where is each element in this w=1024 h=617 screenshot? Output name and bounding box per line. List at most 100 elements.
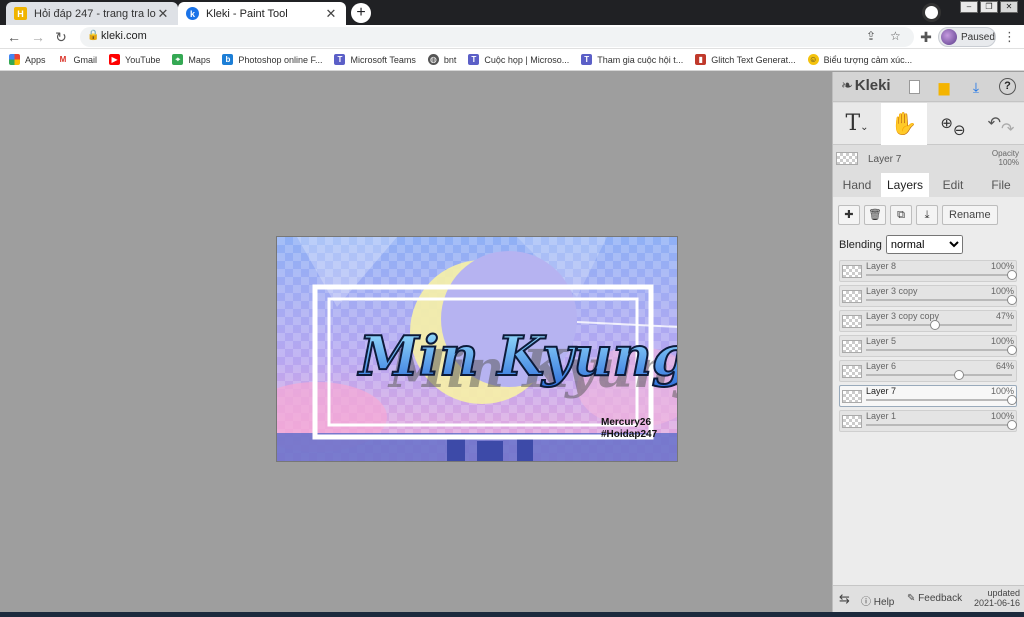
tab-title: Kleki - Paint Tool — [206, 7, 288, 20]
layer-opacity-slider[interactable] — [866, 424, 1012, 426]
rename-button[interactable]: Rename — [942, 205, 998, 225]
layer-row[interactable]: Layer 3 copy copy 47% — [839, 310, 1017, 332]
layer-opacity-knob[interactable] — [1007, 395, 1017, 405]
kleki-logo: ❧ Kleki — [841, 77, 891, 94]
layer-opacity-slider[interactable] — [866, 399, 1012, 401]
current-layer-name: Layer 7 — [868, 154, 902, 165]
undo-redo-icon[interactable]: ↶↷ — [979, 103, 1023, 145]
layer-opacity-slider[interactable] — [866, 299, 1012, 301]
bookmark-photoshop[interactable]: b Photoshop online F... — [222, 54, 322, 65]
url-text[interactable]: kleki.com — [101, 30, 147, 42]
layer-row[interactable]: Layer 6 64% — [839, 360, 1017, 382]
layer-name: Layer 3 copy copy — [866, 311, 940, 321]
layer-name: Layer 7 — [866, 386, 897, 396]
bookmark-bnt[interactable]: ◍ bnt — [427, 54, 456, 65]
photopea-icon: b — [222, 54, 234, 65]
tab-strip: H Hỏi đáp 247 - trang tra loi ✕ k Kleki … — [0, 0, 1024, 25]
tab-hoidap[interactable]: H Hỏi đáp 247 - trang tra loi ✕ — [6, 2, 178, 25]
restore-icon[interactable]: ❐ — [980, 1, 998, 13]
profile-status: Paused — [961, 31, 995, 43]
browser-menu-icon[interactable]: ⋮ — [1003, 29, 1016, 45]
tab-edit[interactable]: Edit — [929, 173, 977, 197]
os-taskbar — [0, 612, 1024, 617]
layer-thumbnail — [842, 315, 862, 328]
layer-opacity-knob[interactable] — [1007, 270, 1017, 280]
bookmark-join-meeting[interactable]: T Tham gia cuộc hội t... — [581, 54, 683, 65]
layer-name: Layer 5 — [866, 336, 897, 346]
globe-icon: ◍ — [427, 54, 439, 65]
bookmark-glitch-text[interactable]: ▮ Glitch Text Generat... — [695, 54, 796, 65]
new-tab-button[interactable]: + — [351, 3, 371, 23]
bookmark-teams-meeting[interactable]: T Cuộc họp | Microso... — [468, 54, 569, 65]
close-tab-icon[interactable]: ✕ — [156, 6, 170, 22]
layer-opacity-knob[interactable] — [929, 320, 940, 330]
bookmark-emoji[interactable]: ☺ Biểu tượng cảm xúc... — [807, 54, 912, 65]
duplicate-layer-icon[interactable]: ⧉ — [890, 205, 912, 225]
help-link[interactable]: ⓘ Help — [861, 593, 894, 608]
new-image-icon[interactable] — [905, 78, 923, 96]
bookmark-youtube[interactable]: ▶ YouTube — [109, 54, 160, 65]
artwork-image: Min Kyung Min Kyung Mercury26 #Hoidap247 — [277, 237, 678, 461]
tab-kleki[interactable]: k Kleki - Paint Tool ✕ — [178, 2, 346, 25]
tab-title: Hỏi đáp 247 - trang tra loi — [34, 7, 156, 20]
minimize-icon[interactable]: – — [960, 1, 978, 13]
layer-opacity-knob[interactable] — [954, 370, 965, 380]
tab-layers[interactable]: Layers — [881, 173, 929, 197]
artwork-title-text: Min Kyung — [357, 324, 678, 388]
current-layer-row: Layer 7 Opacity 100% — [833, 146, 1024, 172]
download-icon[interactable]: ⤓ — [967, 78, 985, 96]
reload-icon[interactable]: ↻ — [53, 29, 69, 45]
bookmark-gmail[interactable]: M Gmail — [57, 54, 97, 65]
media-control-icon[interactable] — [922, 3, 941, 22]
artwork-canvas[interactable]: Min Kyung Min Kyung Mercury26 #Hoidap247 — [276, 236, 678, 462]
credit-line-1: Mercury26 — [601, 417, 651, 428]
feedback-link[interactable]: ✎ Feedback — [907, 593, 962, 604]
profile-button[interactable]: Paused — [938, 27, 996, 47]
forward-icon[interactable]: → — [30, 29, 46, 45]
add-layer-icon[interactable]: ✚ — [838, 205, 860, 225]
tab-hand[interactable]: Hand — [833, 173, 881, 197]
layer-row[interactable]: Layer 3 copy 100% — [839, 285, 1017, 307]
text-tool-icon[interactable]: T⌄ — [839, 103, 875, 145]
layers-panel: ✚ 🗑 ⧉ ⤓ Rename Blending normal Layer 8 10… — [833, 197, 1024, 597]
layer-row[interactable]: Layer 7 100% — [839, 385, 1017, 407]
extensions-icon[interactable]: ✚ — [918, 29, 934, 45]
tab-file[interactable]: File — [977, 173, 1024, 197]
layer-thumbnail — [842, 265, 862, 278]
hand-tool-icon[interactable]: ✋ — [881, 103, 927, 145]
layer-row[interactable]: Layer 5 100% — [839, 335, 1017, 357]
merge-layer-icon[interactable]: ⤓ — [916, 205, 938, 225]
open-folder-icon[interactable]: ▆ — [935, 78, 953, 96]
canvas-workspace[interactable]: Min Kyung Min Kyung Mercury26 #Hoidap247 — [0, 72, 832, 612]
layer-row[interactable]: Layer 8 100% — [839, 260, 1017, 282]
close-window-icon[interactable]: ✕ — [1000, 1, 1018, 13]
hoidap-favicon-icon: H — [14, 7, 27, 20]
share-icon[interactable]: ⇪ — [866, 29, 876, 43]
blending-select[interactable]: normal — [885, 235, 963, 254]
back-icon[interactable]: ← — [6, 29, 22, 45]
teams-icon: T — [581, 54, 593, 65]
layer-row[interactable]: Layer 1 100% — [839, 410, 1017, 432]
layer-opacity-slider[interactable] — [866, 349, 1012, 351]
layer-opacity-knob[interactable] — [1007, 295, 1017, 305]
help-icon[interactable]: ? — [999, 78, 1016, 95]
delete-layer-icon[interactable]: 🗑 — [864, 205, 886, 225]
panel-tabs: Hand Layers Edit File — [833, 173, 1024, 197]
bookmark-teams[interactable]: T Microsoft Teams — [334, 54, 416, 65]
layer-opacity-slider[interactable] — [866, 274, 1012, 276]
zoom-in-out-icon[interactable]: ⊕⊖ — [933, 103, 973, 145]
layer-opacity-slider[interactable] — [866, 374, 1012, 376]
feedback-icon: ✎ — [907, 593, 916, 604]
glitch-icon: ▮ — [695, 54, 707, 65]
lock-icon[interactable]: 🔒 — [87, 30, 99, 41]
bookmark-apps[interactable]: Apps — [9, 54, 46, 65]
bookmark-star-icon[interactable]: ☆ — [890, 29, 901, 43]
close-tab-icon[interactable]: ✕ — [324, 6, 338, 22]
layer-opacity-knob[interactable] — [1007, 345, 1017, 355]
omnibox[interactable]: 🔒 kleki.com ⇪ ☆ — [80, 27, 914, 47]
layer-opacity-knob[interactable] — [1007, 420, 1017, 430]
swap-side-icon[interactable]: ⇆ — [839, 591, 850, 607]
bookmark-maps[interactable]: ⌖ Maps — [172, 54, 210, 65]
layer-thumbnail — [842, 365, 862, 378]
layer-thumbnail — [842, 415, 862, 428]
